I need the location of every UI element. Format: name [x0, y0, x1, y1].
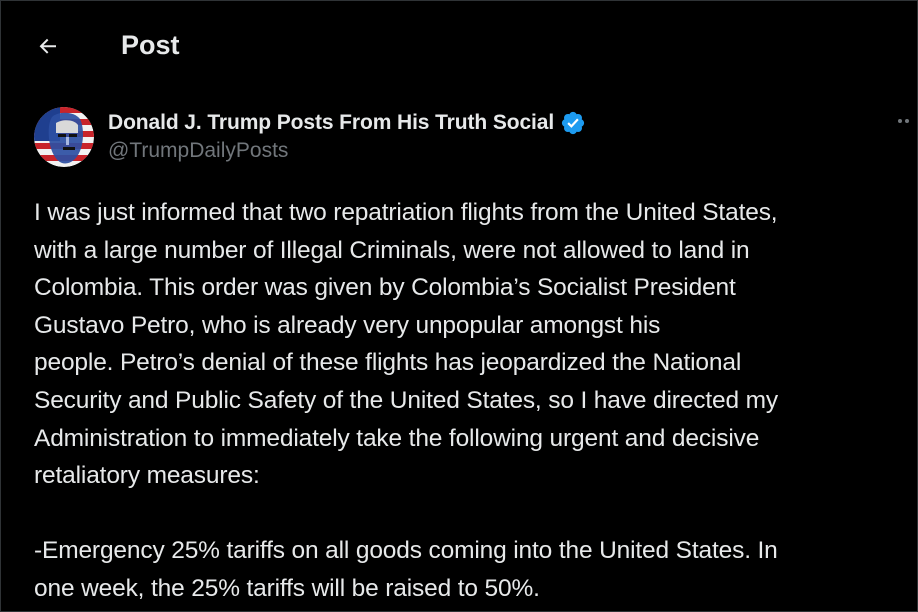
post-text-line: -Emergency 25% tariffs on all goods comi… [34, 537, 778, 565]
post-text-line: retaliatory measures: [34, 462, 260, 490]
page-title: Post [121, 30, 180, 60]
post-text-line: Security and Public Safety of the United… [34, 386, 778, 414]
more-horizontal-icon-dot [905, 119, 909, 123]
author-handle[interactable]: @TrumpDailyPosts [108, 139, 288, 163]
back-button[interactable] [26, 26, 70, 66]
post-text-line: Administration to immediately take the f… [34, 424, 760, 452]
post-text-blank-line [34, 495, 909, 533]
avatar[interactable] [34, 107, 94, 167]
post-text-line: with a large number of Illegal Criminals… [34, 236, 750, 264]
more-options-button[interactable] [892, 108, 918, 134]
post-text-line: I was just informed that two repatriatio… [34, 199, 778, 226]
author-name-row: Donald J. Trump Posts From His Truth Soc… [108, 108, 586, 138]
arrow-left-icon [39, 38, 56, 54]
post-text-line: one week, the 25% tariffs will be raised… [34, 574, 540, 602]
post-text: I was just informed that two repatriatio… [34, 194, 909, 608]
post-text-line: Gustavo Petro, who is already very unpop… [34, 311, 661, 339]
verified-badge-icon [562, 111, 585, 135]
author-name[interactable]: Donald J. Trump Posts From His Truth Soc… [108, 111, 554, 135]
post-text-line: Colombia. This order was given by Colomb… [34, 274, 736, 302]
post-header: Post [0, 0, 918, 90]
more-horizontal-icon [898, 119, 902, 123]
post-text-line: people. Petro’s denial of these flights … [34, 349, 742, 377]
avatar-image [34, 107, 94, 167]
